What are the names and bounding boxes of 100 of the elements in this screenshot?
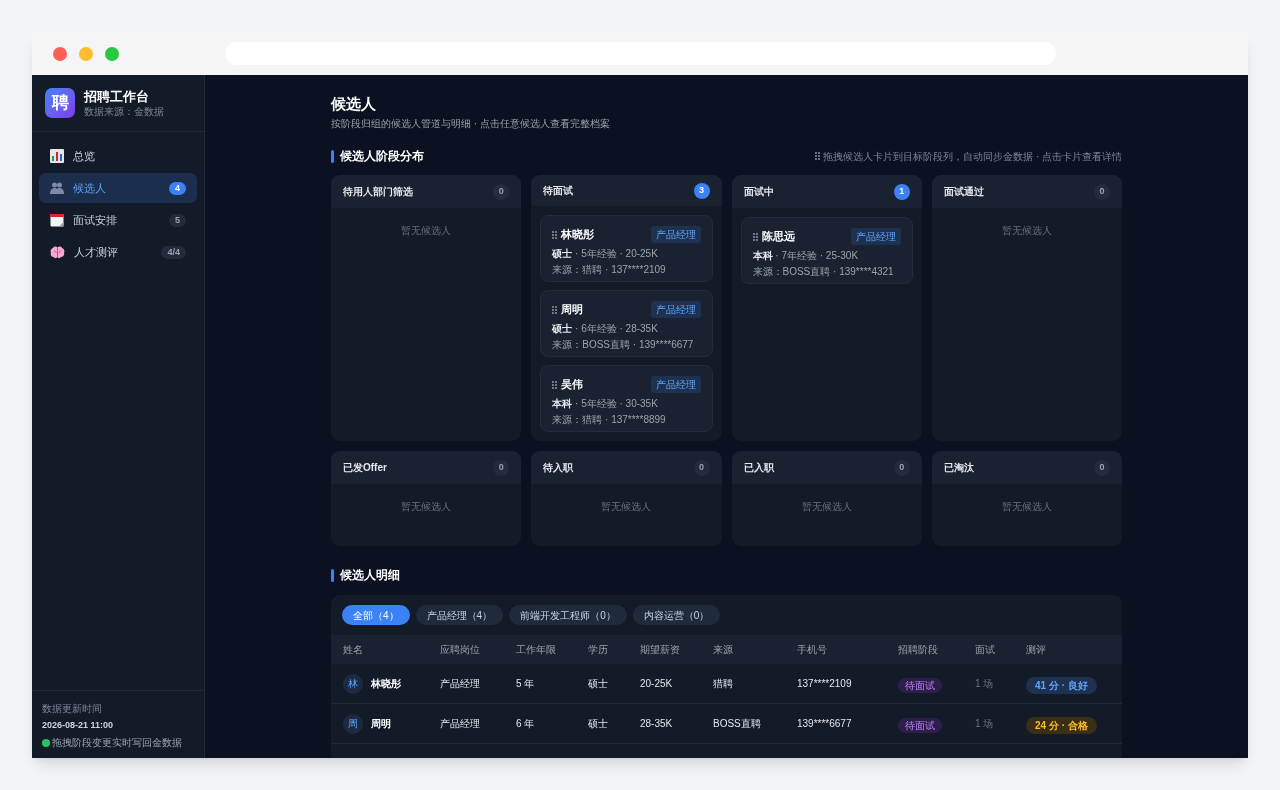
column-header: 测评 — [1026, 643, 1047, 657]
section-title: 候选人阶段分布 — [340, 148, 424, 165]
people-icon — [50, 181, 64, 195]
candidate-card[interactable]: 周明 产品经理 硕士 · 6年经验 · 28-35K 来源：BOSS直聘 · 139****6677 — [540, 290, 713, 357]
count-badge: 3 — [693, 182, 710, 199]
table-cell-text: 5 年 — [516, 677, 536, 691]
candidate-card[interactable]: 吴伟 产品经理 本科 · 5年经验 · 30-35K 来源：猎聘 · 137****8899 — [540, 365, 713, 432]
filter-chip[interactable]: 产品经理（4） — [415, 605, 504, 625]
table-row[interactable]: 周 周明 产品经理 6 年 硕士 28-35K BOSS直聘 139****6677 待面试 1 场 24 分 · 合格 — [331, 704, 1122, 744]
candidate-info: 硕士 · 6年经验 · 28-35K — [552, 322, 659, 336]
empty-state-text: 暂无候选人 — [800, 500, 853, 514]
count-badge: 1 — [893, 183, 910, 200]
nav-item[interactable]: 总览 — [39, 141, 197, 171]
update-time-label: 数据更新时间 — [42, 701, 103, 716]
column-header: 来源 — [713, 643, 734, 657]
table-cell-text: 137****2109 — [797, 677, 853, 691]
count-badge: 4/4 — [161, 245, 186, 259]
candidate-name: 林晓彤 — [561, 227, 595, 243]
candidate-card[interactable]: 陈思远 产品经理 本科 · 7年经验 · 25-30K 来源：BOSS直聘 · 139****4321 — [740, 217, 913, 284]
position-tag: 产品经理 — [650, 226, 701, 243]
table-cell-text: 硕士 — [588, 717, 609, 731]
section-title: 候选人明细 — [340, 567, 400, 584]
stage-name: 面试通过 — [943, 185, 984, 199]
column-header: 期望薪资 — [640, 643, 681, 657]
position-tag: 产品经理 — [850, 228, 901, 245]
column-header: 招聘阶段 — [898, 643, 939, 657]
candidate-card[interactable]: 林晓彤 产品经理 硕士 · 5年经验 · 20-25K 来源：猎聘 · 137****2109 — [540, 215, 713, 282]
drag-handle-icon[interactable] — [552, 380, 558, 389]
brain-icon — [50, 245, 65, 259]
column-header: 学历 — [588, 643, 609, 657]
empty-state-text: 暂无候选人 — [1000, 224, 1053, 238]
candidate-info: 硕士 · 5年经验 · 20-25K — [552, 247, 659, 261]
drag-handle-icon[interactable] — [552, 230, 558, 239]
calendar-icon — [50, 213, 64, 227]
page-title: 候选人 — [331, 94, 377, 114]
drag-handle-icon[interactable] — [815, 152, 821, 160]
candidate-source: 来源：BOSS直聘 · 139****6677 — [552, 338, 695, 352]
drag-handle-icon[interactable] — [552, 305, 558, 314]
nav-item[interactable]: 人才测评 4/4 — [39, 237, 197, 267]
count-badge: 0 — [493, 183, 510, 200]
stage-name: 已淘汰 — [943, 461, 974, 475]
candidate-name: 周明 — [561, 302, 584, 318]
filter-chip[interactable]: 全部（4） — [342, 605, 410, 625]
candidate-source: 来源：猎聘 · 137****8899 — [552, 413, 667, 427]
table-cell-text: 20-25K — [640, 677, 674, 691]
close-button[interactable] — [53, 46, 67, 61]
section-marker — [331, 568, 334, 582]
candidate-source: 来源：BOSS直聘 · 139****4321 — [752, 265, 895, 279]
nav-item[interactable]: 面试安排 5 — [39, 205, 197, 235]
stage-name: 待面试 — [543, 184, 574, 198]
sync-status-text: 拖拽阶段变更实时写回金数据 — [52, 736, 182, 750]
table-cell-text: 猎聘 — [713, 677, 734, 691]
table-cell-text: 6 年 — [516, 717, 536, 731]
bar-chart-icon — [50, 149, 64, 163]
avatar: 周 — [343, 713, 363, 734]
avatar: 林 — [343, 673, 363, 694]
stage-badge: 待面试 — [898, 717, 942, 733]
data-source-text: 数据来源：金数据 — [84, 105, 164, 118]
column-header: 应聘岗位 — [440, 643, 481, 657]
page-subtitle: 按阶段归组的候选人管道与明细 · 点击任意候选人查看完整档案 — [331, 117, 611, 131]
section-marker — [331, 149, 334, 163]
count-badge: 0 — [893, 459, 910, 476]
table-cell-text: 1 场 — [975, 677, 995, 691]
count-badge: 0 — [1094, 459, 1110, 476]
table-cell-text: BOSS直聘 — [713, 717, 762, 731]
position-tag: 产品经理 — [650, 376, 701, 393]
filter-chip[interactable]: 内容运营（0） — [632, 605, 721, 625]
filter-chip[interactable]: 前端开发工程师（0） — [509, 605, 627, 625]
empty-state-text: 暂无候选人 — [400, 500, 453, 514]
position-tag: 产品经理 — [650, 301, 701, 318]
pipeline-hint: 拖拽候选人卡片到目标阶段列，自动同步金数据 · 点击卡片查看详情 — [823, 149, 1122, 164]
candidate-name: 吴伟 — [561, 377, 584, 393]
score-badge: 24 分 · 合格 — [1026, 716, 1097, 734]
candidate-info: 本科 · 5年经验 · 30-35K — [552, 397, 659, 411]
candidate-source: 来源：猎聘 · 137****2109 — [552, 263, 667, 277]
table-row[interactable]: 林 林晓彤 产品经理 5 年 硕士 20-25K 猎聘 137****2109 待面试 1 场 41 分 · 良好 — [331, 664, 1122, 704]
count-badge: 5 — [169, 213, 186, 227]
stage-name: 待用人部门筛选 — [343, 185, 413, 199]
drag-handle-icon[interactable] — [752, 232, 758, 241]
column-header: 手机号 — [797, 643, 828, 657]
count-badge: 0 — [493, 459, 510, 476]
candidate-name: 陈思远 — [761, 229, 795, 245]
column-header: 姓名 — [343, 643, 364, 657]
table-cell-text: 硕士 — [588, 677, 609, 691]
nav-item[interactable]: 候选人 4 — [39, 173, 197, 203]
stage-badge: 待面试 — [898, 677, 942, 693]
stage-name: 已发Offer — [343, 461, 387, 475]
column-header: 面试 — [975, 643, 996, 657]
stage-name: 面试中 — [743, 185, 774, 199]
table-cell-text: 产品经理 — [440, 677, 481, 691]
empty-state-text: 暂无候选人 — [400, 224, 453, 238]
table-cell-text: 产品经理 — [440, 717, 481, 731]
table-cell-text: 28-35K — [640, 717, 674, 731]
stage-name: 已入职 — [743, 461, 774, 475]
count-badge: 0 — [693, 459, 710, 476]
maximize-button[interactable] — [105, 46, 119, 61]
update-time: 2026-08-21 11:00 — [42, 718, 115, 732]
empty-state-text: 暂无候选人 — [600, 500, 653, 514]
table-cell-text: 1 场 — [975, 717, 995, 731]
table-cell-text: 林晓彤 — [371, 677, 401, 691]
